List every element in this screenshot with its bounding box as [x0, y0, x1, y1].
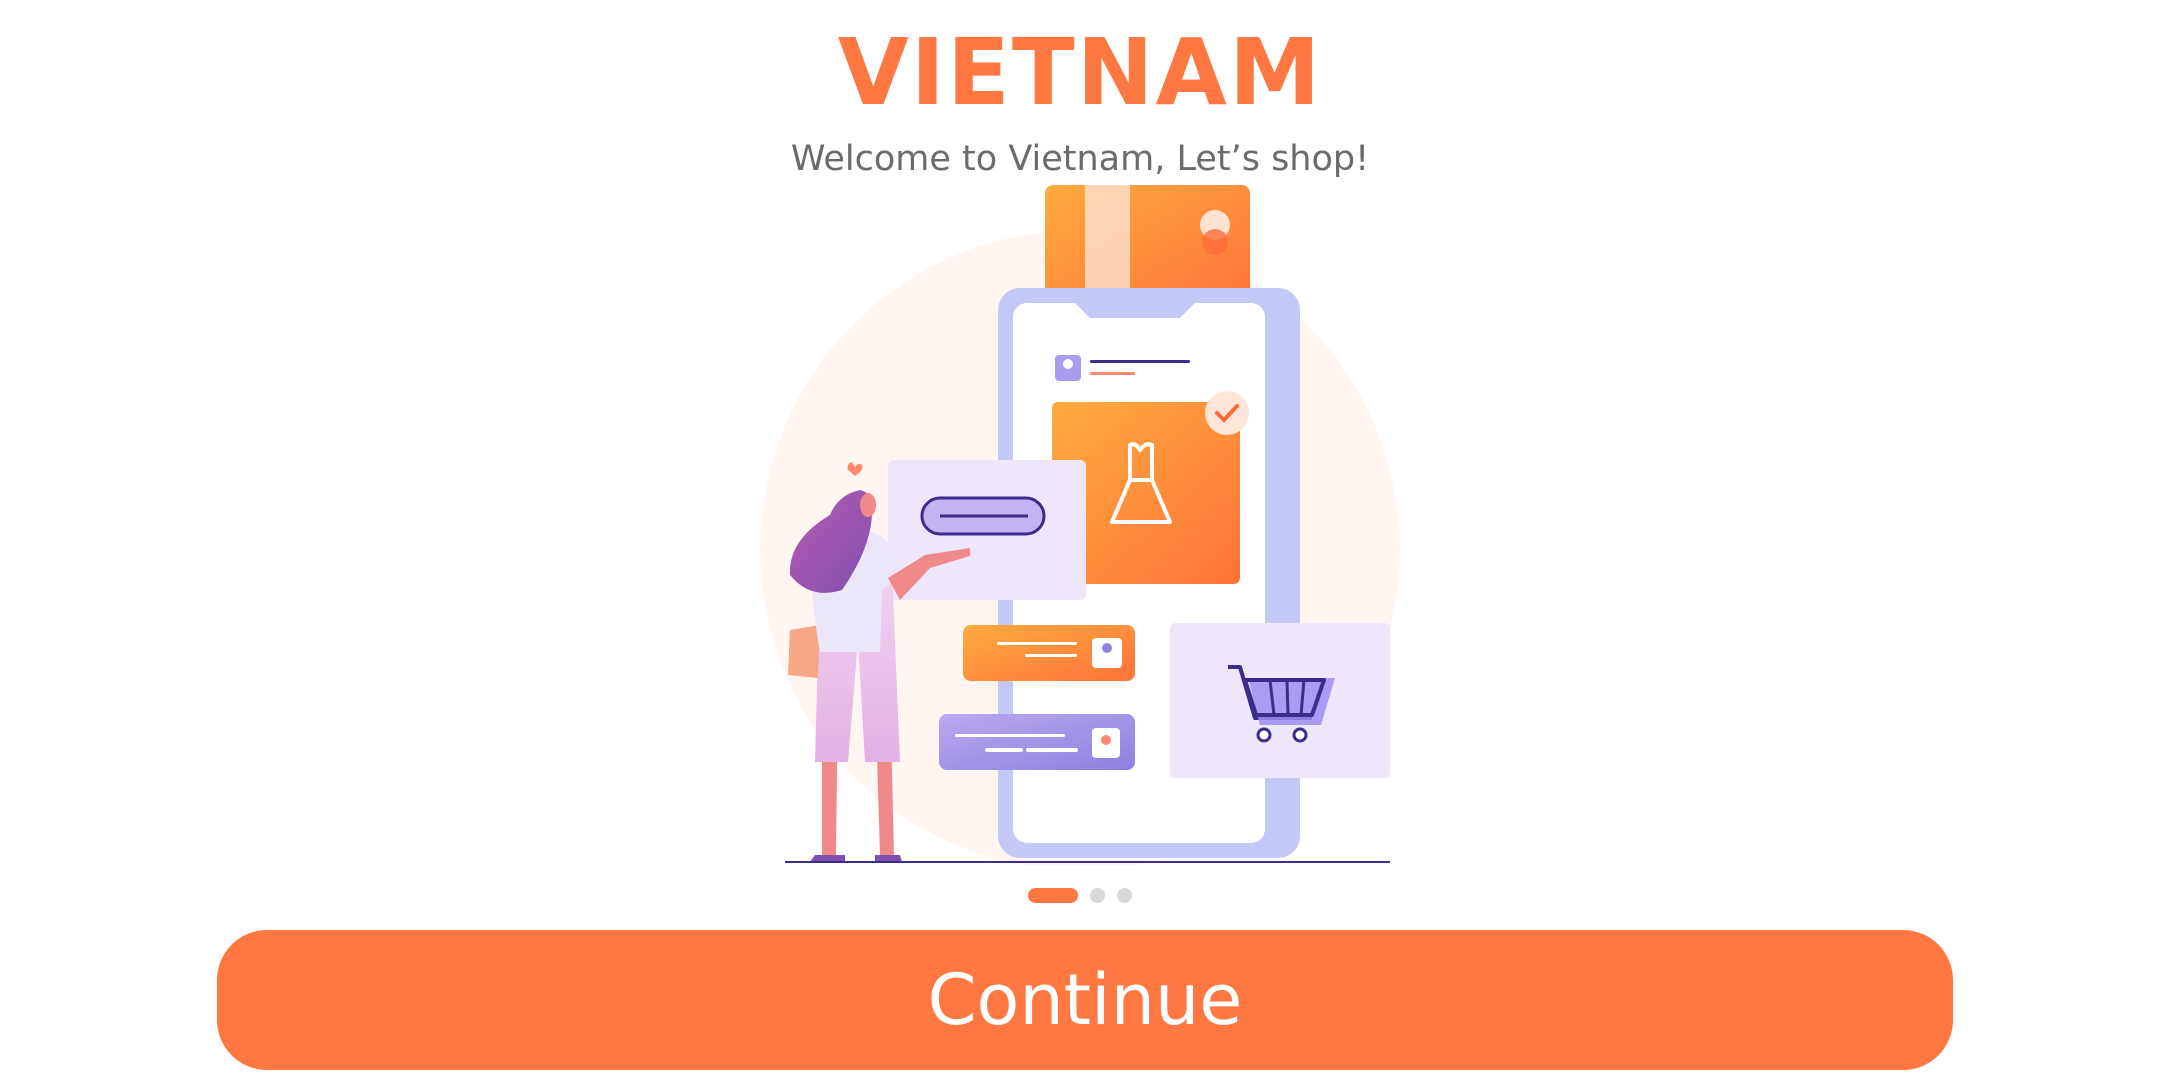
pagination-dot[interactable]: [1090, 888, 1105, 903]
pagination-dot[interactable]: [1117, 888, 1132, 903]
continue-button[interactable]: Continue: [217, 930, 1953, 1070]
shopping-illustration: [760, 185, 1400, 865]
pagination-dots: [0, 888, 2160, 903]
pagination-dot-active[interactable]: [1028, 888, 1078, 903]
page-title: VIETNAM: [837, 19, 1323, 126]
onboarding-screen: VIETNAM Welcome to Vietnam, Let’s shop!: [0, 0, 2160, 1080]
page-subtitle: Welcome to Vietnam, Let’s shop!: [790, 139, 1370, 179]
